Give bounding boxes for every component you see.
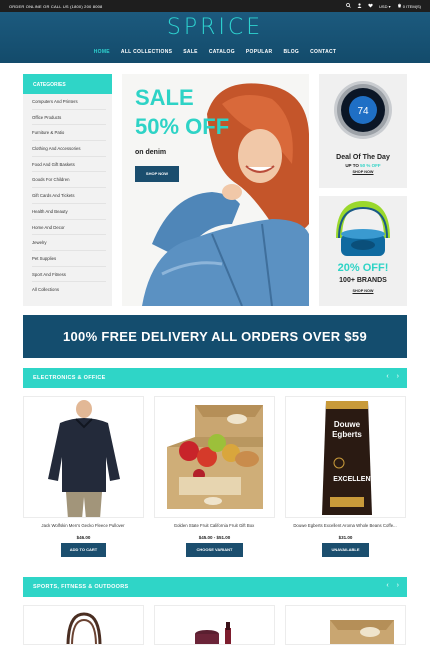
product-price: $45.00 - $51.00 [198, 535, 231, 540]
nav-home[interactable]: HOME [94, 49, 110, 55]
svg-text:Douwe: Douwe [334, 420, 361, 429]
svg-text:EXCELLENT: EXCELLENT [333, 476, 375, 483]
site-header: SPRICE HOME ALL COLLECTIONS SALE CATALOG… [0, 12, 430, 63]
cart-link[interactable]: 0 ITEM(S) [397, 3, 421, 9]
categories-title: CATEGORIES [23, 74, 112, 94]
unavailable-button[interactable]: UNAVAILABLE [322, 543, 369, 557]
deal-of-the-day-banner[interactable]: 74 Deal Of The Day UP TO 50 % OFF SHOP N… [319, 74, 407, 188]
product-image-canister [195, 622, 231, 644]
section-arrows: ‹ › [386, 582, 399, 589]
product-card[interactable] [154, 396, 275, 518]
deal-shop-now-link[interactable]: SHOP NOW [319, 170, 407, 174]
deal-subtitle-prefix: UP TO [345, 163, 359, 168]
thermostat-image: 74 [334, 81, 392, 139]
top-tools: USD ▾ 0 ITEM(S) [346, 3, 421, 9]
brands-discount: 20% OFF! [337, 262, 389, 274]
chevron-left-icon[interactable]: ‹ [386, 582, 388, 589]
brands-shop-now-link[interactable]: SHOP NOW [319, 289, 407, 293]
category-item[interactable]: Furniture & Patio [32, 125, 106, 142]
product-name[interactable]: Jack Wolfskin Men's Gecko Fleece Pullove… [18, 523, 148, 528]
section-title: ELECTRONICS & OFFICE [33, 375, 106, 381]
chevron-right-icon[interactable]: › [397, 582, 399, 589]
top-bar: ORDER ONLINE OR CALL US (1800) 200 8008 … [0, 0, 430, 12]
hero-shop-now-button[interactable]: SHOP NOW [135, 166, 179, 182]
heart-icon[interactable] [368, 3, 373, 9]
brands-count: 100+ BRANDS [339, 277, 387, 284]
product-image-pullover [48, 400, 120, 517]
thermostat-value: 74 [357, 106, 369, 117]
category-item[interactable]: Computers And Printers [32, 94, 106, 110]
category-item[interactable]: Food And Gift Baskets [32, 157, 106, 173]
add-to-cart-button[interactable]: ADD TO CART [61, 543, 106, 557]
product-price: $46.00 [76, 535, 91, 540]
chevron-down-icon: ▾ [388, 3, 391, 9]
product-card[interactable] [154, 605, 275, 645]
product-card[interactable]: Douwe Egberts EXCELLENT [285, 396, 406, 518]
cart-icon [397, 3, 402, 9]
product-name[interactable]: Golden State Fruit California Fruit Gift… [149, 523, 279, 528]
product-card[interactable] [285, 605, 406, 645]
product-image-fruit-box [167, 405, 263, 509]
contact-phone-text: ORDER ONLINE OR CALL US (1800) 200 8008 [9, 4, 103, 9]
site-logo[interactable]: SPRICE [0, 15, 430, 40]
category-item[interactable]: Jewelry [32, 235, 106, 251]
currency-label: USD [379, 3, 388, 9]
section-arrows: ‹ › [386, 373, 399, 380]
hero-sale-text: SALE [135, 85, 194, 110]
category-item[interactable]: Sport And Fitness [32, 267, 106, 283]
hero-discount-text: 50% OFF [135, 114, 230, 139]
product-card[interactable] [23, 396, 144, 518]
chevron-right-icon[interactable]: › [397, 373, 399, 380]
nav-catalog[interactable]: CATALOG [209, 49, 235, 55]
currency-selector[interactable]: USD ▾ [379, 4, 391, 9]
section-title: SPORTS, FITNESS & OUTDOORS [33, 584, 129, 590]
chevron-left-icon[interactable]: ‹ [386, 373, 388, 380]
product-price: $31.00 [338, 535, 353, 540]
hero-banner[interactable]: SALE 50% OFF on denim SHOP NOW [122, 74, 309, 306]
deal-subtitle: UP TO 50 % OFF [319, 163, 407, 168]
category-item[interactable]: Gift Cards And Tickets [32, 188, 106, 204]
category-item[interactable]: Clothing And Accessories [32, 141, 106, 157]
nav-popular[interactable]: POPULAR [246, 49, 273, 55]
category-item[interactable]: Office Products [32, 110, 106, 126]
headphones-image [336, 200, 390, 256]
nav-sale[interactable]: SALE [183, 49, 198, 55]
product-image-coffee-bag: Douwe Egberts EXCELLENT [322, 401, 376, 515]
deal-subtitle-highlight: 50 % OFF [360, 163, 381, 168]
nav-blog[interactable]: BLOG [283, 49, 299, 55]
category-item[interactable]: All Collections [32, 282, 106, 298]
categories-list: Computers And Printers Office Products F… [23, 94, 112, 298]
section-header-electronics: ELECTRONICS & OFFICE ‹ › [23, 368, 407, 388]
section-header-sports: SPORTS, FITNESS & OUTDOORS ‹ › [23, 577, 407, 597]
nav-all-collections[interactable]: ALL COLLECTIONS [121, 49, 172, 55]
category-item[interactable]: Home And Decor [32, 220, 106, 236]
category-item[interactable]: Pet Supplies [32, 251, 106, 267]
search-icon[interactable] [346, 3, 351, 9]
svg-text:Egberts: Egberts [332, 430, 362, 439]
product-image-gift-box [330, 620, 394, 644]
hero-subtitle: on denim [135, 149, 167, 156]
categories-panel: CATEGORIES Computers And Printers Office… [23, 74, 112, 306]
deal-title: Deal Of The Day [336, 154, 390, 161]
brands-banner[interactable]: 20% OFF! 100+ BRANDS SHOP NOW [319, 196, 407, 306]
choose-variant-button[interactable]: CHOOSE VARIANT [186, 543, 243, 557]
category-item[interactable]: Goods For Children [32, 172, 106, 189]
product-image-bag [66, 612, 102, 644]
main-nav: HOME ALL COLLECTIONS SALE CATALOG POPULA… [0, 49, 430, 55]
user-icon[interactable] [357, 3, 362, 9]
product-card[interactable] [23, 605, 144, 645]
category-item[interactable]: Health And Beauty [32, 204, 106, 220]
nav-contact[interactable]: CONTACT [310, 49, 336, 55]
free-delivery-banner: 100% FREE DELIVERY ALL ORDERS OVER $59 [23, 315, 407, 358]
product-name[interactable]: Douwe Egberts Excellent Aroma Whole Bean… [280, 523, 410, 528]
cart-count: 0 ITEM(S) [402, 4, 421, 9]
